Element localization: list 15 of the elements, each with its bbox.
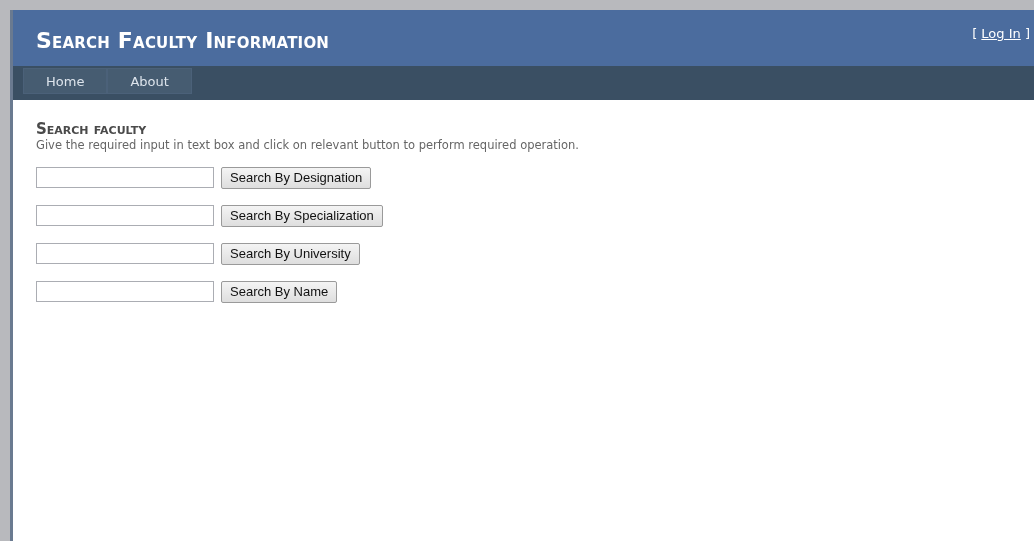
input-field[interactable] (36, 281, 214, 302)
input-field[interactable] (36, 243, 214, 264)
search-button[interactable]: Search By Name (221, 280, 338, 303)
search-button[interactable]: Search By Specialization (221, 204, 383, 227)
input-field[interactable] (36, 167, 214, 188)
nav-tab[interactable]: Home (23, 68, 108, 94)
section-heading: Search faculty (36, 120, 148, 138)
login-text: [ Log In ] (972, 26, 1030, 41)
instructions-text: Give the required input in text box and click on relevant button to perform required operation. (36, 138, 580, 152)
site-title: Search Faculty Information (36, 28, 330, 53)
search-button[interactable]: Search By Designation (221, 166, 372, 189)
nav-tab[interactable]: About (107, 68, 192, 94)
input-field[interactable] (36, 205, 214, 226)
search-button[interactable]: Search By University (221, 242, 360, 265)
login-link[interactable]: Log In (981, 26, 1021, 41)
